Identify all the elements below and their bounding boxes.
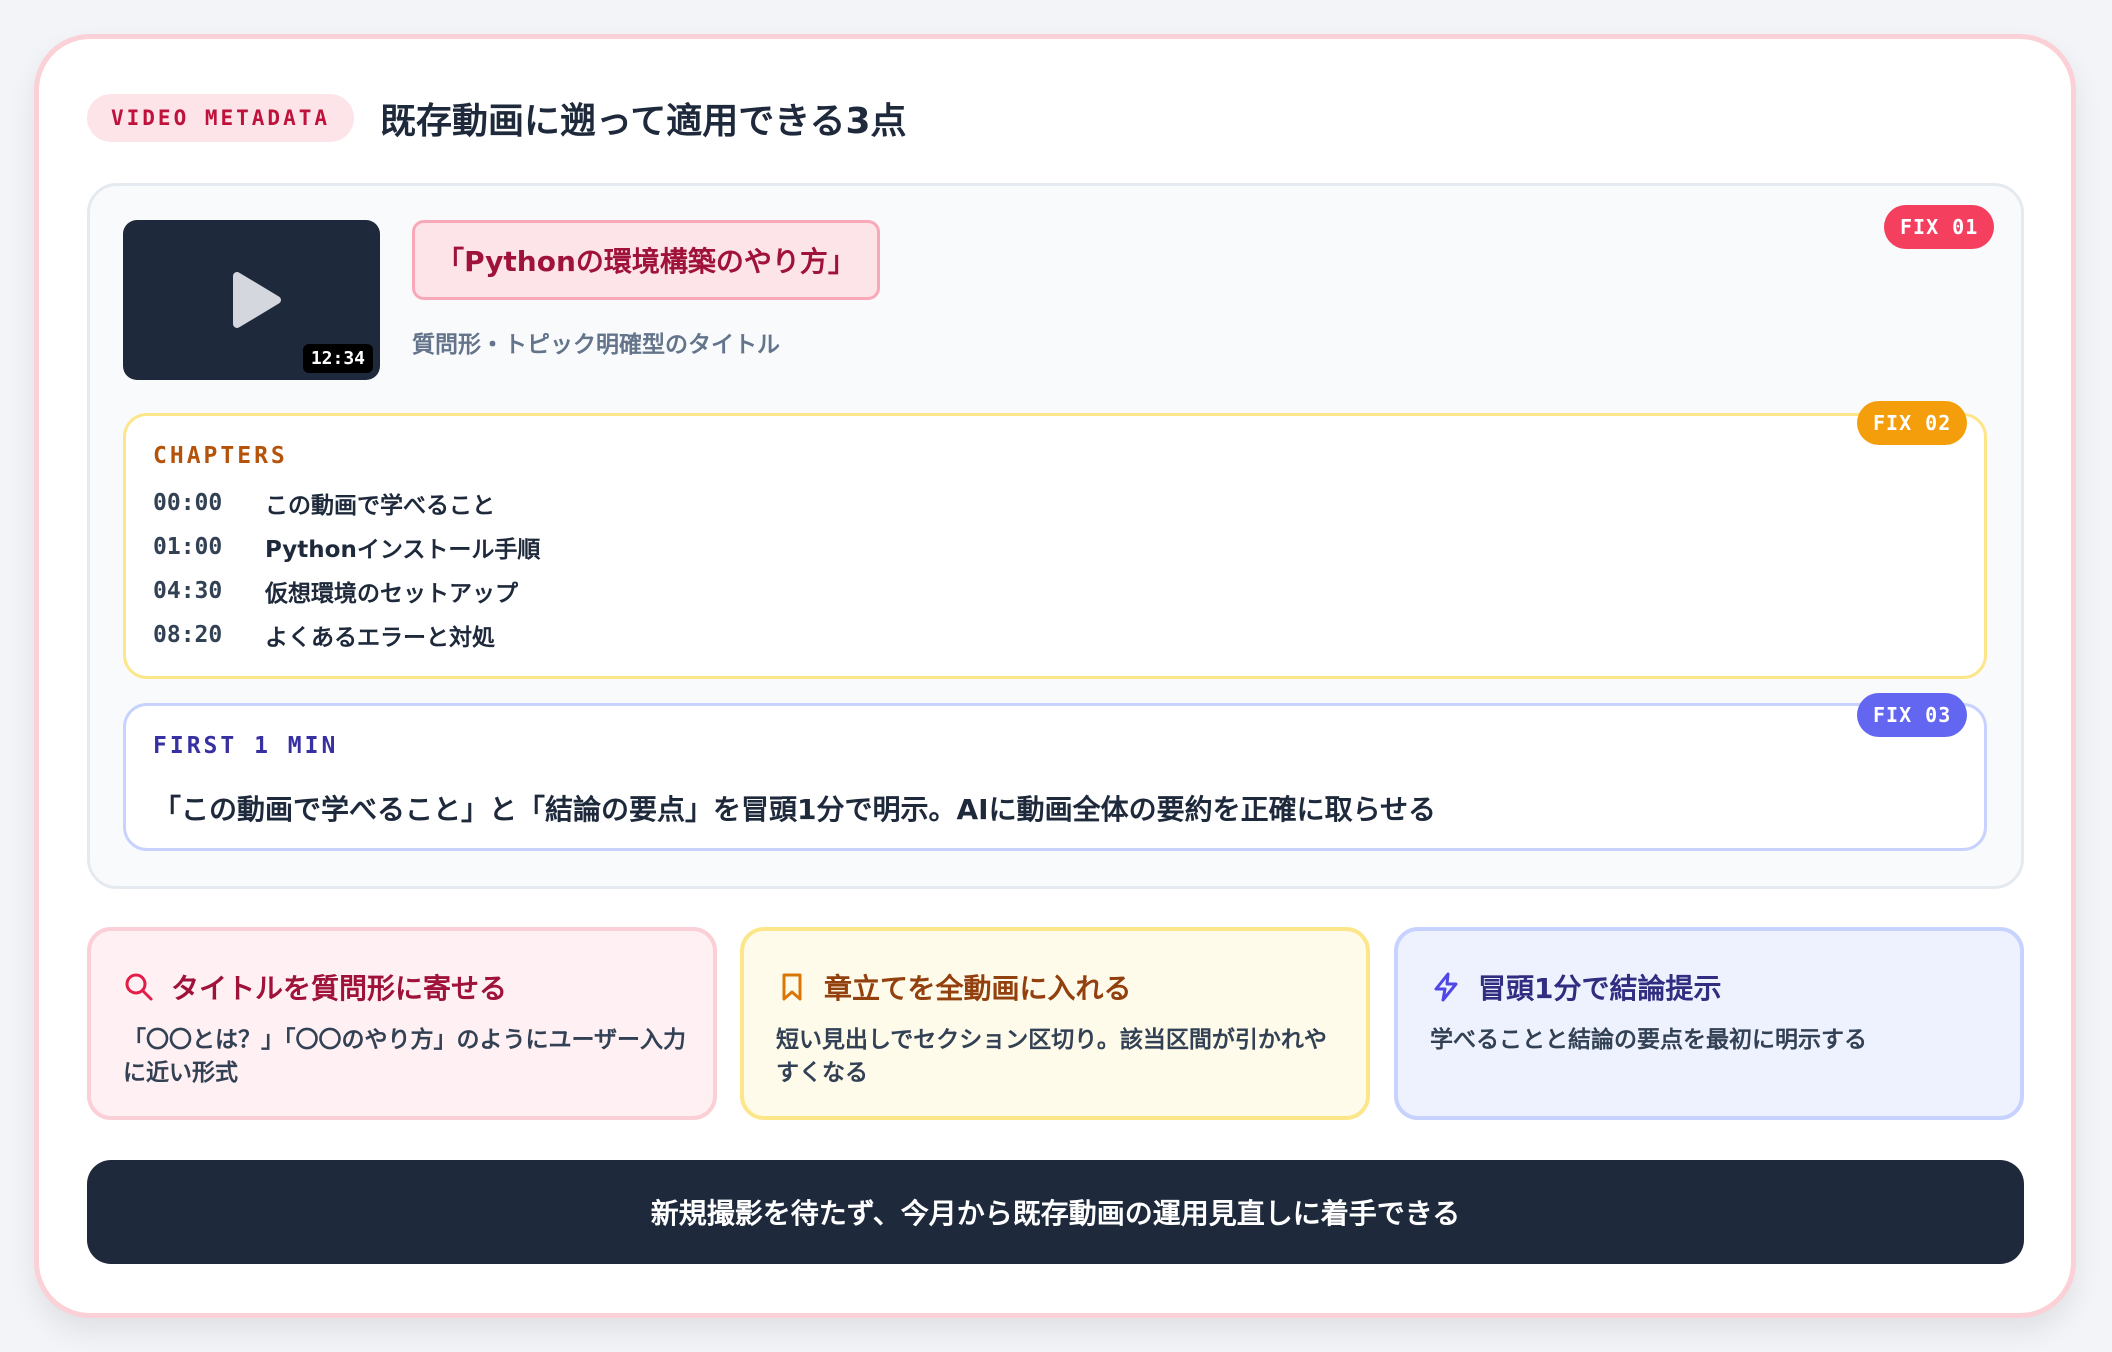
chapter-title: 仮想環境のセットアップ xyxy=(265,581,518,607)
first-minute-text: 「この動画で学べること」と「結論の要点」を冒頭1分で明示。AIに動画全体の要約を… xyxy=(153,793,1437,826)
footer-banner: 新規撮影を待たず、今月から既存動画の運用見直しに着手できる xyxy=(87,1160,2024,1264)
chapter-item: 00:00 この動画で学べること xyxy=(153,486,495,520)
video-duration: 12:34 xyxy=(302,344,373,373)
search-icon xyxy=(125,973,153,1001)
video-title-caption: 質問形・トピック明確型のタイトル xyxy=(412,332,780,358)
card-body: 学べることと結論の要点を最初に明示する xyxy=(1430,1027,1867,1053)
tip-card-first-minute: 冒頭1分で結論提示 学べることと結論の要点を最初に明示する xyxy=(1394,927,2024,1120)
card-body: 「〇〇とは？」「〇〇のやり方」のようにユーザー入力に近い形式 xyxy=(123,1027,687,1086)
chapter-title: Pythonインストール手順 xyxy=(265,537,541,563)
chapters-label: CHAPTERS xyxy=(153,443,288,469)
chapter-title: この動画で学べること xyxy=(265,493,495,519)
chapter-time: 04:30 xyxy=(153,578,223,604)
chapter-item: 04:30 仮想環境のセットアップ xyxy=(153,574,518,608)
card-body: 短い見出しでセクション区切り。該当区間が引かれやすくなる xyxy=(776,1027,1327,1086)
chapter-time: 01:00 xyxy=(153,534,223,560)
card-title: タイトルを質問形に寄せる xyxy=(171,972,508,1005)
bookmark-icon xyxy=(782,973,802,1001)
video-thumbnail[interactable]: 12:34 xyxy=(123,220,380,380)
lightning-icon xyxy=(1434,972,1458,1002)
card-title: 章立てを全動画に入れる xyxy=(824,972,1132,1005)
fix-01-badge: FIX 01 xyxy=(1884,205,1995,249)
first-minute-label: FIRST 1 MIN xyxy=(153,733,339,759)
chapter-time: 00:00 xyxy=(153,490,223,516)
fix-02-badge: FIX 02 xyxy=(1857,401,1968,445)
chapter-item: 01:00 Pythonインストール手順 xyxy=(153,530,540,564)
chapter-item: 08:20 よくあるエラーと対処 xyxy=(153,618,495,652)
section-pill: VIDEO METADATA xyxy=(87,94,355,142)
chapter-title: よくあるエラーと対処 xyxy=(265,625,495,651)
play-icon xyxy=(233,272,281,328)
tip-card-title: タイトルを質問形に寄せる 「〇〇とは？」「〇〇のやり方」のようにユーザー入力に近… xyxy=(87,927,717,1120)
chapters-box: CHAPTERS 00:00 この動画で学べること 01:00 Pythonイン… xyxy=(123,413,1987,679)
first-minute-box: FIRST 1 MIN 「この動画で学べること」と「結論の要点」を冒頭1分で明示… xyxy=(123,703,1987,851)
video-title: 「Pythonの環境構築のやり方」 xyxy=(412,220,880,300)
card-title: 冒頭1分で結論提示 xyxy=(1478,972,1722,1005)
chapter-time: 08:20 xyxy=(153,622,223,648)
page-title: 既存動画に遡って適用できる3点 xyxy=(380,101,907,142)
header: VIDEO METADATA 既存動画に遡って適用できる3点 xyxy=(87,92,907,144)
fix-03-badge: FIX 03 xyxy=(1857,693,1968,737)
tip-card-chapters: 章立てを全動画に入れる 短い見出しでセクション区切り。該当区間が引かれやすくなる xyxy=(740,927,1370,1120)
